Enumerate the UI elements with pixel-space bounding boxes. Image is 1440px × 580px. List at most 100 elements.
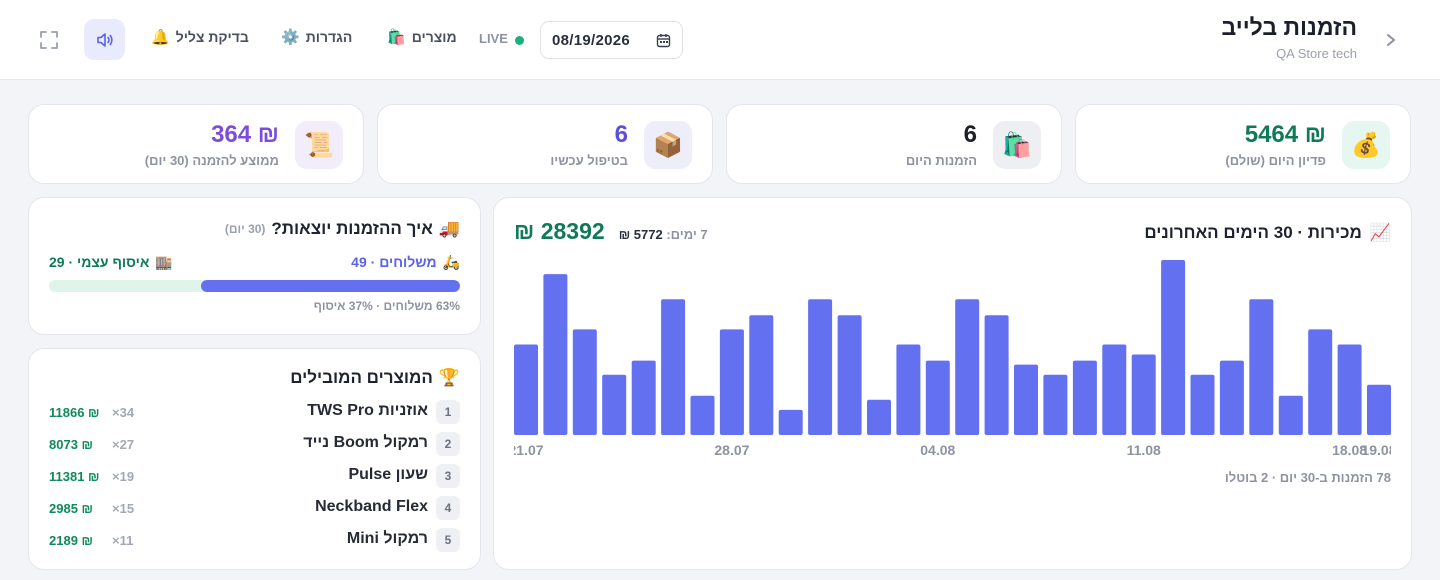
top-products-title: 🏆 המוצרים המובילים	[290, 368, 460, 388]
delivery-count: 🛵 משלוחים · 49	[351, 254, 460, 271]
store-name: QA Store tech	[1276, 46, 1357, 61]
sales-bar[interactable]	[808, 299, 833, 435]
kpi-in-progress-label: בטיפול עכשיו	[550, 153, 628, 168]
sales-bar[interactable]	[661, 299, 686, 435]
sales-chart-title: 📈 מכירות · 30 הימים האחרונים	[1144, 223, 1391, 243]
product-qty: ×11	[112, 533, 134, 548]
sales-bar[interactable]	[1367, 384, 1391, 435]
bell-icon: 🔔	[151, 28, 170, 46]
sales-bar[interactable]	[1161, 260, 1186, 435]
sales-bar[interactable]	[543, 274, 568, 435]
live-label: LIVE	[479, 31, 508, 46]
sales-bar[interactable]	[631, 360, 656, 435]
sales-bar[interactable]	[572, 329, 597, 435]
sales-bar[interactable]	[1337, 344, 1362, 436]
product-revenue: 2189 ₪	[49, 533, 94, 548]
nav-products-label: מוצרים	[411, 29, 457, 45]
kpi-in-progress-value: 6	[614, 121, 628, 148]
week-sales: 7 ימים: 5772 ₪	[619, 227, 708, 242]
sound-toggle-button[interactable]	[84, 19, 125, 60]
calendar-icon	[656, 34, 671, 48]
sales-chart-title-text: מכירות · 30 הימים האחרונים	[1144, 223, 1362, 242]
sales-bar[interactable]	[896, 344, 921, 436]
product-name: אוזניות TWS Pro	[307, 402, 428, 419]
top-bar: הזמנות בלייב QA Store tech 08/19/2026 LI…	[0, 0, 1440, 80]
product-revenue: 11866 ₪	[49, 405, 100, 420]
product-qty: ×15	[112, 501, 135, 516]
x-tick-label: 19.08	[1361, 442, 1391, 458]
chevron-right-icon[interactable]	[1383, 30, 1399, 50]
chart-up-icon: 📈	[1369, 223, 1391, 242]
shipping-title: 🚚 איך ההזמנות יוצאות? (30 יום)	[225, 219, 460, 239]
kpi-revenue-value: 5464 ₪	[1244, 121, 1326, 148]
shipping-title-note: (30 יום)	[224, 222, 266, 236]
speaker-icon	[97, 33, 113, 47]
date-value: 08/19/2026	[552, 32, 631, 49]
product-qty: ×19	[112, 469, 135, 484]
nav-products[interactable]: מוצרים 🛍️	[387, 29, 457, 45]
week-sales-value: 5772 ₪	[618, 227, 663, 242]
x-tick-label: 04.08	[920, 442, 955, 458]
x-tick-label: 11.08	[1127, 442, 1161, 458]
shipping-card: 🚚 איך ההזמנות יוצאות? (30 יום) 🛵 משלוחים…	[28, 197, 481, 335]
trophy-icon: 🏆	[438, 368, 460, 387]
product-qty: ×27	[112, 437, 135, 452]
sales-bar[interactable]	[1249, 299, 1274, 435]
page-title: הזמנות בלייב	[1221, 14, 1358, 40]
sales-bar[interactable]	[837, 315, 862, 435]
sales-bar[interactable]	[925, 360, 950, 435]
delivery-share-fill	[201, 280, 460, 292]
live-indicator-dot	[515, 36, 524, 45]
product-name: שעון Pulse	[348, 466, 428, 483]
product-name: Neckband Flex	[315, 498, 428, 515]
sales-bar[interactable]	[1014, 364, 1038, 435]
sales-bar[interactable]	[1190, 374, 1215, 435]
nav-settings-label: הגדרות	[305, 29, 353, 45]
week-sales-label: 7 ימים:	[666, 227, 708, 242]
sales-bar[interactable]	[1102, 344, 1127, 436]
sales-totals: 7 ימים: 5772 ₪ 28392 ₪	[514, 218, 708, 245]
sales-bar[interactable]	[984, 315, 1009, 435]
shopping-bags-icon: 🛍️	[993, 121, 1041, 169]
sales-bar[interactable]	[1072, 360, 1097, 435]
sales-bar[interactable]	[778, 409, 803, 435]
product-name: רמקול Mini	[346, 530, 428, 547]
nav-settings[interactable]: הגדרות ⚙️	[281, 29, 352, 45]
product-qty: ×34	[112, 405, 135, 420]
kpi-avg-order-value: 364 ₪	[211, 121, 279, 148]
sales-bar[interactable]	[690, 395, 715, 435]
sales-bar-chart: 21.0728.0704.0811.0818.0819.08	[514, 260, 1391, 458]
gear-icon: ⚙️	[281, 28, 300, 46]
sales-bar[interactable]	[749, 315, 774, 435]
scroll-icon: 📜	[295, 121, 343, 169]
sales-bar[interactable]	[1131, 354, 1156, 436]
date-picker[interactable]: 08/19/2026	[540, 21, 683, 59]
shipping-title-text: איך ההזמנות יוצאות?	[271, 219, 433, 238]
package-icon: 📦	[644, 121, 692, 169]
x-tick-label: 28.07	[714, 442, 749, 458]
kpi-revenue-label: פדיון היום (שולם)	[1225, 153, 1326, 168]
shopping-bags-icon: 🛍️	[387, 28, 406, 46]
product-revenue: 2985 ₪	[49, 501, 94, 516]
product-name: רמקול Boom נייד	[303, 434, 428, 451]
sales-bar[interactable]	[1278, 395, 1303, 435]
top-products-title-text: המוצרים המובילים	[290, 368, 433, 387]
pickup-count: 🏬 איסוף עצמי · 29	[49, 254, 173, 271]
fullscreen-icon[interactable]	[39, 30, 59, 50]
kpi-avg-order-card: 📜 364 ₪ ממוצע להזמנה (30 יום)	[28, 104, 364, 184]
sales-bar[interactable]	[1043, 374, 1068, 435]
sales-bar[interactable]	[1308, 329, 1333, 435]
shipping-split-bar	[49, 280, 460, 292]
sales-footer: 78 הזמנות ב-30 יום · 2 בוטלו	[1224, 470, 1391, 485]
kpi-orders-value: 6	[963, 121, 977, 148]
sales-bar[interactable]	[1219, 360, 1244, 435]
sales-bar[interactable]	[719, 329, 744, 435]
sales-bar[interactable]	[955, 299, 980, 435]
sales-bar[interactable]	[514, 344, 538, 436]
sales-bar[interactable]	[867, 399, 891, 435]
nav-sound-test[interactable]: בדיקת צליל 🔔	[151, 29, 249, 45]
rank-badge: 4	[436, 496, 460, 520]
kpi-in-progress-card: 📦 6 בטיפול עכשיו	[377, 104, 713, 184]
x-tick-label: 21.07	[514, 442, 544, 458]
sales-bar[interactable]	[602, 374, 627, 435]
